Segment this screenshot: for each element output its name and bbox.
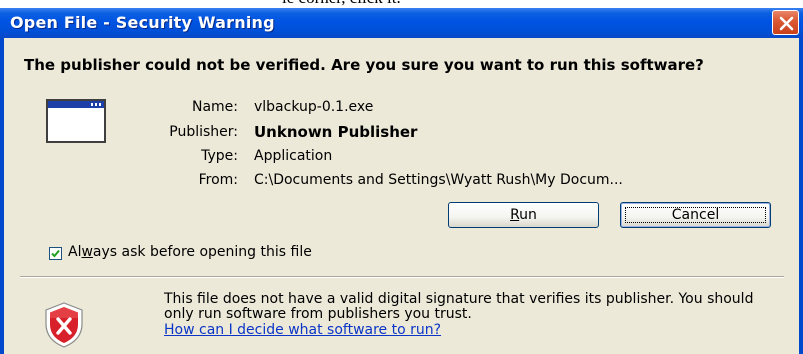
always-ask-checkbox[interactable] (49, 247, 62, 260)
publisher-value: Unknown Publisher (254, 123, 418, 141)
close-icon (779, 16, 794, 31)
window-frame-left (0, 38, 4, 354)
checkmark-icon (51, 249, 60, 258)
window-title: Open File - Security Warning (10, 13, 275, 32)
window-frame-right (799, 38, 803, 354)
type-label: Type: (201, 148, 238, 164)
title-bar[interactable]: Open File - Security Warning (0, 8, 803, 38)
shield-warning-icon (45, 302, 83, 348)
publisher-label: Publisher: (169, 124, 238, 140)
always-ask-label[interactable]: Always ask before opening this file (68, 244, 312, 260)
from-value: C:\Documents and Settings\Wyatt Rush\My … (254, 172, 623, 188)
background-page-strip: le corner, click it. (0, 0, 803, 8)
dialog-body: The publisher could not be verified. Are… (0, 38, 803, 354)
help-link[interactable]: How can I decide what software to run? (164, 323, 441, 338)
type-value: Application (254, 148, 333, 164)
cancel-button[interactable]: Cancel (620, 202, 771, 228)
from-label: From: (198, 172, 238, 188)
background-page-text: le corner, click it. (282, 0, 401, 8)
run-button[interactable]: Run (448, 202, 599, 228)
name-label: Name: (191, 99, 238, 115)
cancel-button-label: Cancel (671, 207, 720, 223)
name-value: vlbackup-0.1.exe (254, 99, 374, 115)
separator (20, 276, 784, 278)
warning-text: This file does not have a valid digital … (164, 291, 754, 322)
run-button-label: Run (510, 207, 537, 223)
dialog-heading: The publisher could not be verified. Are… (24, 56, 704, 74)
close-button[interactable] (772, 10, 799, 35)
